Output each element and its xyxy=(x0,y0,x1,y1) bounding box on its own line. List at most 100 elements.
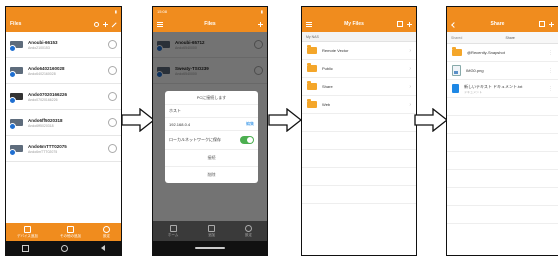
more-icon[interactable]: ⋮ xyxy=(548,86,553,92)
item-name: IMG0.png xyxy=(466,68,484,73)
select-circle-icon[interactable] xyxy=(108,40,117,49)
nav-settings[interactable]: 設定 xyxy=(102,225,110,239)
select-circle-icon[interactable] xyxy=(108,118,117,127)
nav-add-device[interactable]: デバイス追加 xyxy=(17,225,38,239)
device-row[interactable]: Ando6mTTT02075 Ando6mTTT02075 xyxy=(6,136,121,162)
save-local-toggle[interactable] xyxy=(240,136,254,144)
nav-add[interactable]: 追加 xyxy=(208,224,216,238)
delete-button[interactable]: 削除 xyxy=(165,167,258,183)
chevron-right-icon: › xyxy=(409,101,411,108)
app-bar: Share xyxy=(447,16,558,32)
more-icon[interactable]: ⋮ xyxy=(548,68,553,74)
home-indicator-bar xyxy=(153,241,267,255)
folder-name: Share xyxy=(322,84,333,89)
folder-icon xyxy=(307,63,317,72)
host-value[interactable]: 192.168.0.4 xyxy=(169,122,190,127)
device-name: Anoubi-66153 xyxy=(28,39,58,45)
device-subtitle: Ando2100153 xyxy=(28,45,50,50)
empty-row xyxy=(302,168,416,186)
select-circle-icon[interactable] xyxy=(108,144,117,153)
device-subtitle: Ando6402160028 xyxy=(28,71,56,76)
app-title: My Files xyxy=(344,21,364,27)
empty-row xyxy=(302,132,416,150)
nav-home[interactable]: ホーム xyxy=(167,224,179,238)
folder-row[interactable]: Share › xyxy=(302,78,416,96)
host-field-row: ホスト xyxy=(165,105,258,118)
folder-name: Remote Vector xyxy=(322,48,349,53)
empty-row xyxy=(447,134,558,152)
folder-row[interactable]: Public › xyxy=(302,60,416,78)
device-row[interactable]: Ando6402160028 Ando6402160028 xyxy=(6,58,121,84)
path-back-link[interactable]: Shared xyxy=(451,36,462,40)
add-icon[interactable] xyxy=(103,21,108,27)
more-icon[interactable]: ⋮ xyxy=(548,50,553,56)
nav-label: その他の追加 xyxy=(59,233,81,238)
home-indicator[interactable] xyxy=(195,247,225,249)
nav-label: 追加 xyxy=(208,232,216,237)
status-bar: 15:08 ▮ xyxy=(153,7,267,16)
folder-icon xyxy=(307,45,317,54)
empty-row xyxy=(447,188,558,206)
settings-icon[interactable] xyxy=(94,21,99,27)
select-circle-icon[interactable] xyxy=(108,66,117,75)
host-label: ホスト xyxy=(169,108,181,113)
device-row[interactable]: Ando6ff5020318 Ando6ff5020318 xyxy=(6,110,121,136)
folder-row[interactable]: @Recently-Snapshot ⋮ xyxy=(447,44,558,62)
nav-label: 設定 xyxy=(245,232,253,237)
settings-icon xyxy=(245,224,253,232)
connect-button[interactable]: 接続 xyxy=(165,150,258,167)
status-bar xyxy=(302,7,416,16)
chevron-right-icon: › xyxy=(409,65,411,72)
device-subtitle: Ando07020166226 xyxy=(28,97,58,102)
nas-device-icon xyxy=(9,144,24,156)
nav-settings[interactable]: 設定 xyxy=(245,224,253,238)
item-subtitle: ドキュメント xyxy=(464,89,483,94)
device-subtitle: Ando6mTTT02075 xyxy=(28,149,58,154)
empty-row xyxy=(302,186,416,204)
folder-icon xyxy=(307,81,317,90)
file-row[interactable]: IMG0.png ⋮ xyxy=(447,62,558,80)
item-name: @Recently-Snapshot xyxy=(467,50,505,55)
status-time: 15:08 xyxy=(157,9,168,14)
add-icon[interactable] xyxy=(407,21,412,27)
nav-label: ホーム xyxy=(167,232,179,237)
device-name: Ando07020166226 xyxy=(28,91,68,97)
nas-device-icon xyxy=(9,118,24,130)
view-toggle-icon[interactable] xyxy=(539,21,545,27)
menu-icon[interactable] xyxy=(306,21,312,27)
home-icon[interactable] xyxy=(61,244,69,252)
device-row[interactable]: Anoubi-66153 Ando2100153 xyxy=(6,32,121,58)
file-list: @Recently-Snapshot ⋮ IMG0.png ⋮ 新しいテキスト … xyxy=(447,44,558,224)
save-local-row: ローカルネットワークに保存 xyxy=(165,131,258,150)
folder-row[interactable]: Web › xyxy=(302,96,416,114)
flow-arrow-icon xyxy=(268,108,302,132)
select-circle-icon[interactable] xyxy=(108,92,117,101)
back-icon[interactable] xyxy=(451,22,456,27)
edit-host-link[interactable]: 編集 xyxy=(246,121,254,127)
add-icon[interactable] xyxy=(549,21,554,27)
add-icon[interactable] xyxy=(258,21,263,27)
device-row[interactable]: Ando07020166226 Ando07020166226 xyxy=(6,84,121,110)
back-icon[interactable] xyxy=(100,245,105,251)
folder-list: Remote Vector › Public › Share › Web › xyxy=(302,42,416,204)
device-name: Ando6mTTT02075 xyxy=(28,143,67,149)
path-bar: Shared Share xyxy=(447,32,558,44)
save-local-label: ローカルネットワークに保存 xyxy=(169,137,221,142)
status-bar xyxy=(447,7,558,16)
battery-icon: ▮ xyxy=(260,9,263,14)
nav-add-other[interactable]: その他の追加 xyxy=(59,225,81,239)
battery-icon: ▮ xyxy=(114,9,117,14)
folder-row[interactable]: Remote Vector › xyxy=(302,42,416,60)
app-title: Share xyxy=(490,21,505,27)
recent-apps-icon[interactable] xyxy=(22,244,30,252)
phone-screen-connect-dialog: 15:08 ▮ Files Anoubi-65712Ando6540000 Sw… xyxy=(152,6,268,256)
view-toggle-icon[interactable] xyxy=(397,21,403,27)
host-input-row[interactable]: 192.168.0.4 編集 xyxy=(165,118,258,131)
edit-icon[interactable] xyxy=(111,20,118,27)
system-nav-bar xyxy=(6,241,121,255)
empty-row xyxy=(447,170,558,188)
file-row[interactable]: 新しいテキスト ドキュメント.txt ドキュメント ⋮ xyxy=(447,80,558,98)
folder-name: Web xyxy=(322,102,331,107)
menu-icon[interactable] xyxy=(157,21,163,27)
app-title: Files xyxy=(10,21,22,27)
